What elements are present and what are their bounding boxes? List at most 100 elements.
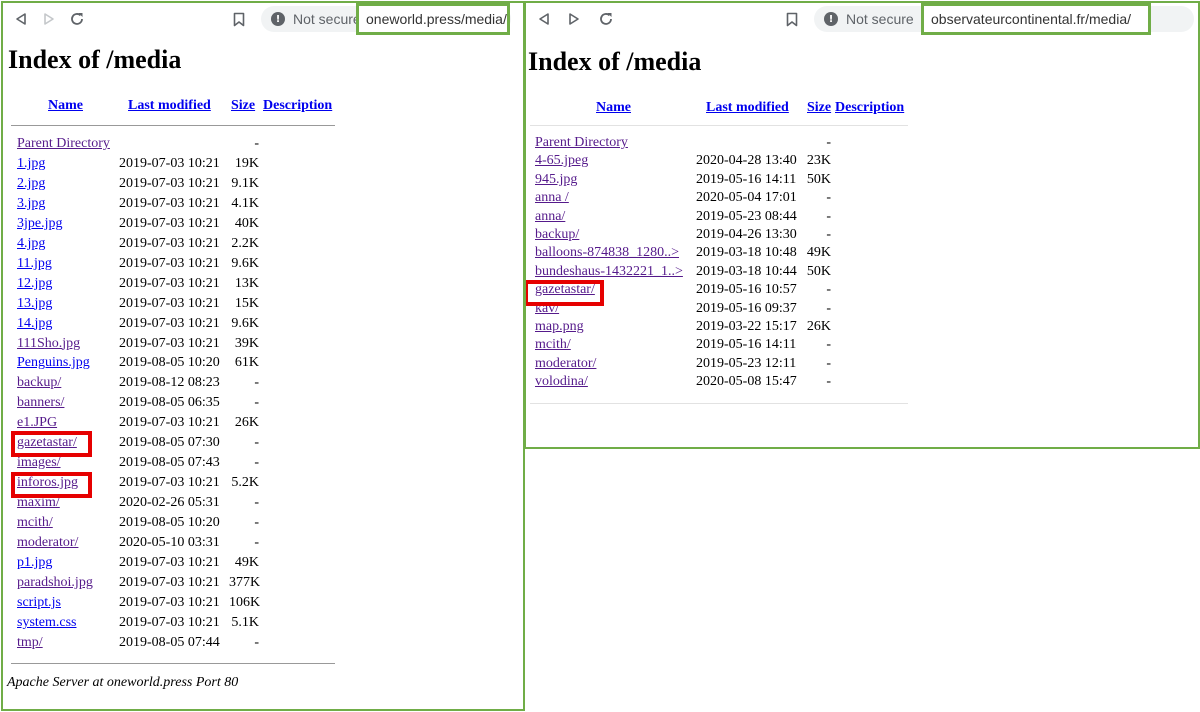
- file-link[interactable]: 945.jpg: [535, 172, 577, 188]
- file-link[interactable]: paradshoi.jpg: [17, 575, 93, 591]
- file-link[interactable]: 2.jpg: [17, 176, 45, 192]
- forward-icon[interactable]: [564, 8, 584, 30]
- file-link[interactable]: 14.jpg: [17, 316, 52, 332]
- file-size: -: [254, 136, 259, 151]
- file-link[interactable]: moderator/: [535, 356, 596, 372]
- file-size: 50K: [806, 263, 831, 279]
- file-link[interactable]: backup/: [535, 227, 579, 243]
- modified-date: 2019-07-03 10:21: [119, 315, 220, 331]
- info-icon: !: [824, 12, 838, 26]
- reload-icon[interactable]: [596, 8, 616, 30]
- file-size: 50K: [806, 171, 831, 187]
- file-link[interactable]: volodina/: [535, 374, 588, 390]
- server-signature: Apache Server at oneworld.press Port 80: [7, 675, 239, 690]
- file-link[interactable]: Parent Directory: [535, 135, 628, 151]
- bookmark-icon[interactable]: [229, 8, 249, 30]
- file-link[interactable]: tmp/: [17, 635, 43, 651]
- file-link[interactable]: 1.jpg: [17, 156, 45, 172]
- column-header-size[interactable]: Size: [231, 98, 255, 114]
- file-link[interactable]: 111Sho.jpg: [17, 336, 80, 352]
- file-link[interactable]: mcith/: [17, 515, 53, 531]
- modified-date: 2019-07-03 10:21: [119, 574, 220, 590]
- file-link[interactable]: anna /: [535, 190, 569, 206]
- file-link[interactable]: map.png: [535, 319, 584, 335]
- column-header-size[interactable]: Size: [807, 100, 831, 116]
- column-header-name[interactable]: Name: [48, 98, 83, 114]
- file-link[interactable]: anna/: [535, 209, 565, 225]
- file-link[interactable]: system.css: [17, 615, 77, 631]
- table-row: 1.jpg 2019-07-03 10:21 19K: [17, 156, 267, 176]
- file-link[interactable]: script.js: [17, 595, 61, 611]
- modified-date: 2019-08-05 07:43: [119, 455, 220, 471]
- modified-date: 2019-03-18 10:48: [696, 245, 797, 261]
- table-row: Penguins.jpg 2019-08-05 10:20 61K: [17, 355, 267, 375]
- column-header-last-modified[interactable]: Last modified: [128, 98, 211, 114]
- table-row: mcith/2019-05-16 14:11 -: [535, 337, 835, 357]
- file-size: -: [826, 300, 831, 316]
- modified-date: 2019-08-05 10:20: [119, 515, 220, 531]
- footer-divider: [11, 663, 335, 664]
- file-link[interactable]: 11.jpg: [17, 256, 52, 272]
- file-size: 9.6K: [231, 255, 259, 271]
- table-row: 3jpe.jpg 2019-07-03 10:21 40K: [17, 216, 267, 236]
- table-row: 4-65.jpeg 2020-04-28 13:40 23K: [535, 153, 835, 173]
- file-size: -: [254, 634, 259, 650]
- security-indicator[interactable]: ! Not secure: [824, 6, 914, 32]
- table-row: p1.jpg 2019-07-03 10:21 49K: [17, 555, 267, 575]
- file-size: 4.1K: [231, 195, 259, 211]
- bookmark-icon[interactable]: [782, 8, 802, 30]
- reload-icon[interactable]: [67, 8, 87, 30]
- file-link[interactable]: 3jpe.jpg: [17, 216, 63, 232]
- column-header-last-modified[interactable]: Last modified: [706, 100, 789, 116]
- modified-date: 2019-07-03 10:21: [119, 415, 220, 431]
- file-size: -: [826, 208, 831, 224]
- back-icon[interactable]: [534, 8, 554, 30]
- table-row: backup/2019-08-12 08:23 -: [17, 375, 267, 395]
- modified-date: 2019-07-03 10:21: [119, 195, 220, 211]
- table-row: tmp/2019-08-05 07:44 -: [17, 635, 267, 655]
- file-link[interactable]: e1.JPG: [17, 415, 57, 431]
- table-row: 11.jpg 2019-07-03 10:21 9.6K: [17, 256, 267, 276]
- file-link[interactable]: images/: [17, 455, 61, 471]
- modified-date: 2019-07-03 10:21: [119, 335, 220, 351]
- file-link[interactable]: moderator/: [17, 535, 78, 551]
- table-row: 4.jpg 2019-07-03 10:21 2.2K: [17, 236, 267, 256]
- file-link[interactable]: 13.jpg: [17, 296, 52, 312]
- file-link[interactable]: 4.jpg: [17, 236, 45, 252]
- file-size: 9.1K: [231, 175, 259, 191]
- address-bar[interactable]: oneworld.press/media/: [356, 3, 510, 35]
- table-row: mcith/2019-08-05 10:20 -: [17, 515, 267, 535]
- file-link[interactable]: bundeshaus-1432221_1..>: [535, 264, 683, 280]
- file-size: -: [826, 227, 831, 242]
- file-link[interactable]: 3.jpg: [17, 196, 45, 212]
- modified-date: 2019-07-03 10:21: [119, 614, 220, 630]
- file-size: -: [254, 455, 259, 471]
- modified-date: 2019-05-16 14:11: [696, 337, 797, 353]
- table-row: map.png 2019-03-22 15:17 26K: [535, 319, 835, 339]
- security-indicator[interactable]: ! Not secure: [271, 6, 361, 32]
- file-link[interactable]: backup/: [17, 375, 61, 391]
- modified-date: 2019-07-03 10:21: [119, 475, 220, 491]
- modified-date: 2020-05-10 03:31: [119, 535, 220, 550]
- modified-date: 2020-05-08 15:47: [696, 374, 797, 390]
- file-link[interactable]: p1.jpg: [17, 555, 52, 571]
- modified-date: 2019-05-23 12:11: [696, 355, 797, 371]
- column-header-name[interactable]: Name: [596, 100, 631, 116]
- file-size: -: [254, 395, 259, 411]
- file-link[interactable]: balloons-874838_1280..>: [535, 245, 679, 261]
- file-link[interactable]: 12.jpg: [17, 276, 52, 292]
- file-link[interactable]: mcith/: [535, 337, 571, 353]
- forward-icon[interactable]: [39, 8, 59, 30]
- column-header-description[interactable]: Description: [263, 98, 332, 114]
- modified-date: 2019-08-05 06:35: [119, 395, 220, 411]
- file-size: 377K: [229, 574, 261, 590]
- modified-date: 2019-05-16 14:11: [696, 171, 797, 187]
- column-header-description[interactable]: Description: [835, 100, 904, 116]
- footer-divider: [530, 403, 908, 404]
- file-link[interactable]: Penguins.jpg: [17, 355, 90, 371]
- address-bar[interactable]: observateurcontinental.fr/media/: [921, 3, 1151, 35]
- file-link[interactable]: banners/: [17, 395, 64, 411]
- file-link[interactable]: Parent Directory: [17, 136, 110, 152]
- file-link[interactable]: 4-65.jpeg: [535, 153, 588, 169]
- back-icon[interactable]: [11, 8, 31, 30]
